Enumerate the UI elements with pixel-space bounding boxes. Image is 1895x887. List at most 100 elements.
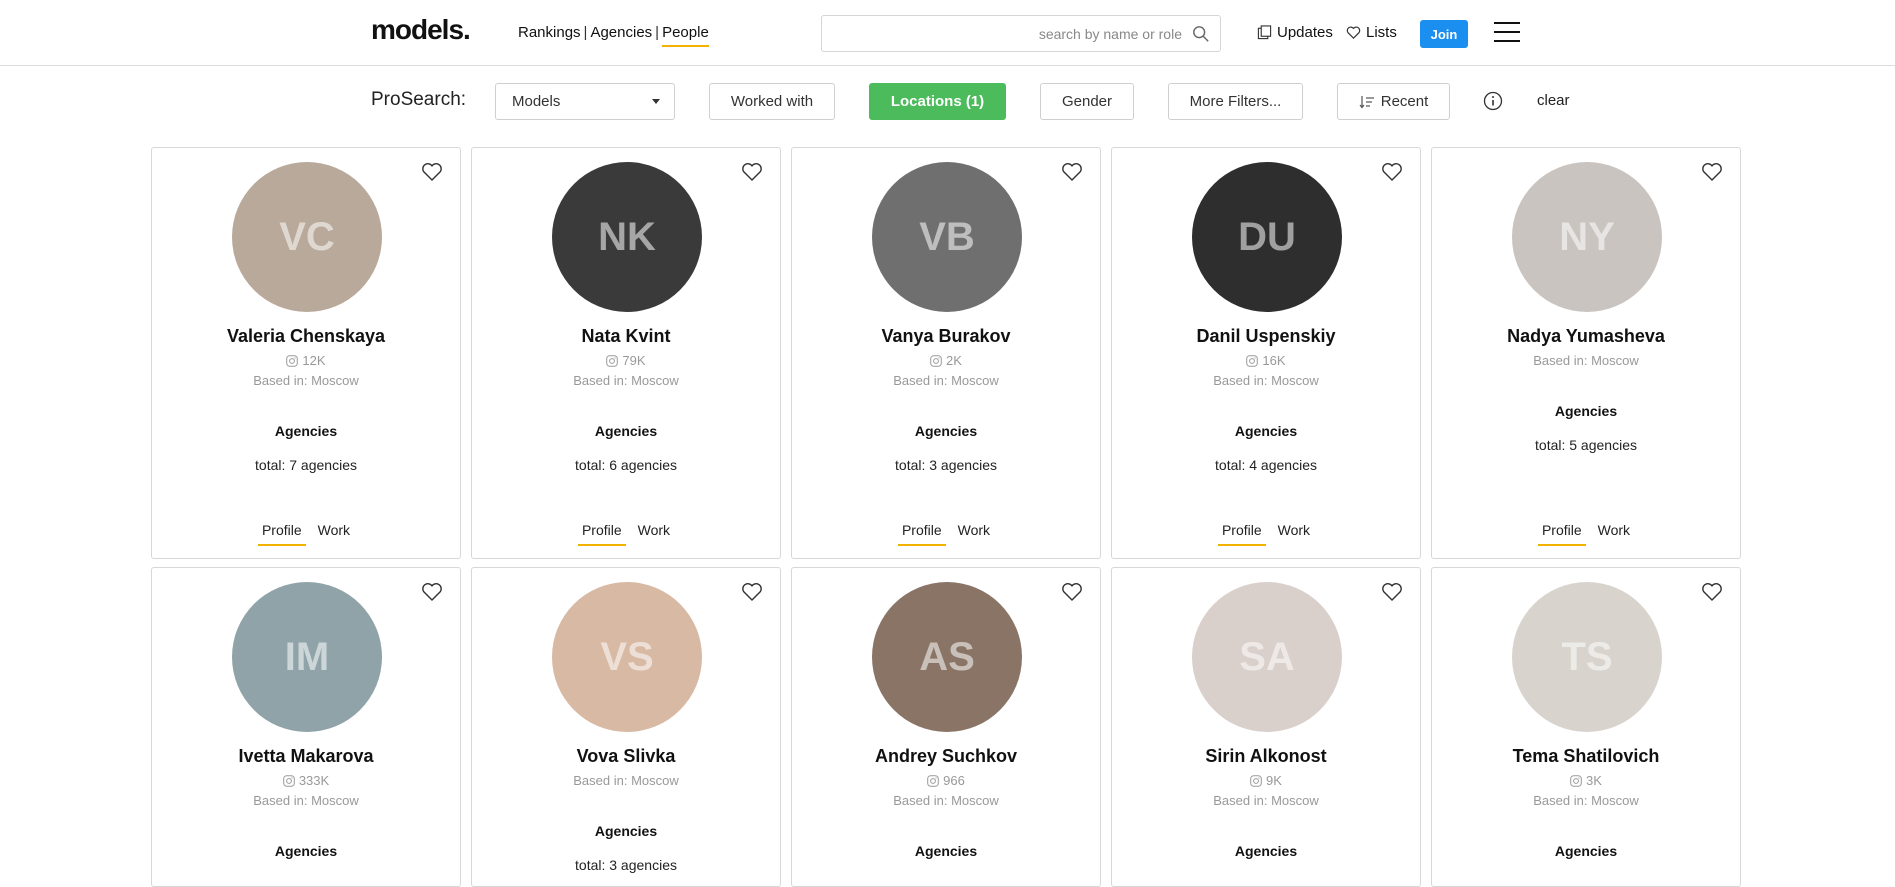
- agencies-heading: Agencies: [594, 823, 658, 839]
- avatar[interactable]: AS: [872, 582, 1022, 732]
- followers-count: 79K: [622, 353, 646, 368]
- gender-button[interactable]: Gender: [1040, 83, 1134, 120]
- heart-icon[interactable]: [741, 582, 763, 602]
- heart-icon: [1346, 26, 1361, 39]
- work-tab[interactable]: Work: [314, 522, 354, 546]
- followers-count: 12K: [302, 353, 326, 368]
- person-card[interactable]: VS Vova Slivka Based in: Moscow Agencies tot…: [471, 567, 781, 887]
- instagram-icon: [606, 354, 619, 367]
- heart-icon[interactable]: [421, 582, 443, 602]
- work-tab[interactable]: Work: [954, 522, 994, 546]
- heart-icon[interactable]: [1061, 162, 1083, 182]
- locations-button[interactable]: Locations (1): [869, 83, 1006, 120]
- heart-icon[interactable]: [1701, 162, 1723, 182]
- heart-icon[interactable]: [1381, 162, 1403, 182]
- avatar-initials: DU: [1238, 214, 1296, 259]
- person-card[interactable]: NY Nadya Yumasheva Based in: Moscow Agencie…: [1431, 147, 1741, 559]
- more-filters-button[interactable]: More Filters...: [1168, 83, 1303, 120]
- nav-separator: |: [583, 24, 588, 41]
- agencies-heading: Agencies: [1554, 403, 1618, 419]
- person-name[interactable]: Vanya Burakov: [792, 326, 1100, 347]
- person-card[interactable]: DU Danil Uspenskiy 16K Based in: Moscow Agen…: [1111, 147, 1421, 559]
- followers-count: 3K: [1586, 773, 1602, 788]
- main-nav: Rankings | Agencies | People: [518, 24, 709, 47]
- prosearch-label: ProSearch:: [371, 89, 467, 110]
- agencies-total: total: 3 agencies: [575, 857, 677, 873]
- nav-separator: |: [655, 24, 660, 41]
- type-select[interactable]: Models: [495, 83, 675, 120]
- site-logo[interactable]: models.: [371, 14, 471, 46]
- agencies-total: total: 6 agencies: [575, 457, 677, 473]
- instagram-followers: 79K: [472, 353, 780, 368]
- avatar[interactable]: VB: [872, 162, 1022, 312]
- based-location: Based in: Moscow: [1213, 793, 1319, 808]
- profile-tab[interactable]: Profile: [1217, 522, 1266, 546]
- nav-rankings[interactable]: Rankings: [518, 24, 581, 41]
- profile-tab[interactable]: Profile: [257, 522, 306, 546]
- person-card[interactable]: NK Nata Kvint 79K Based in: Moscow Agencies t…: [471, 147, 781, 559]
- nav-people[interactable]: People: [662, 24, 709, 47]
- person-name[interactable]: Tema Shatilovich: [1432, 746, 1740, 767]
- work-tab[interactable]: Work: [1594, 522, 1634, 546]
- person-name[interactable]: Andrey Suchkov: [792, 746, 1100, 767]
- based-location: Based in: Moscow: [1533, 353, 1639, 368]
- agencies-total: total: 7 agencies: [255, 457, 357, 473]
- avatar[interactable]: NY: [1512, 162, 1662, 312]
- heart-icon[interactable]: [421, 162, 443, 182]
- person-card[interactable]: VB Vanya Burakov 2K Based in: Moscow Agencie…: [791, 147, 1101, 559]
- sort-button[interactable]: Recent: [1337, 83, 1450, 120]
- person-name[interactable]: Sirin Alkonost: [1112, 746, 1420, 767]
- avatar[interactable]: DU: [1192, 162, 1342, 312]
- avatar[interactable]: SA: [1192, 582, 1342, 732]
- person-name[interactable]: Nata Kvint: [472, 326, 780, 347]
- person-card[interactable]: TS Tema Shatilovich 3K Based in: Moscow Agen…: [1431, 567, 1741, 887]
- person-name[interactable]: Vova Slivka: [472, 746, 780, 767]
- agencies-heading: Agencies: [1234, 843, 1298, 859]
- avatar[interactable]: VC: [232, 162, 382, 312]
- person-card[interactable]: IM Ivetta Makarova 333K Based in: Moscow Age…: [151, 567, 461, 887]
- info-icon[interactable]: [1483, 91, 1503, 111]
- search-input[interactable]: [832, 24, 1182, 44]
- work-tab[interactable]: Work: [634, 522, 674, 546]
- instagram-followers: 16K: [1112, 353, 1420, 368]
- lists-link[interactable]: Lists: [1346, 24, 1397, 41]
- heart-icon[interactable]: [1381, 582, 1403, 602]
- instagram-icon: [930, 354, 942, 367]
- instagram-followers: 966: [792, 773, 1100, 788]
- worked-with-button[interactable]: Worked with: [709, 83, 835, 120]
- based-location: Based in: Moscow: [1213, 373, 1319, 388]
- person-name[interactable]: Nadya Yumasheva: [1432, 326, 1740, 347]
- profile-tab[interactable]: Profile: [1537, 522, 1586, 546]
- person-card[interactable]: AS Andrey Suchkov 966 Based in: Moscow Agenc…: [791, 567, 1101, 887]
- instagram-followers: 9K: [1112, 773, 1420, 788]
- person-card[interactable]: VC Valeria Chenskaya 12K Based in: Moscow Ag…: [151, 147, 461, 559]
- hamburger-menu-icon[interactable]: [1494, 22, 1520, 44]
- profile-tab[interactable]: Profile: [897, 522, 946, 546]
- avatar-initials: SA: [1239, 634, 1295, 679]
- profile-tab[interactable]: Profile: [577, 522, 626, 546]
- person-name[interactable]: Valeria Chenskaya: [152, 326, 460, 347]
- based-location: Based in: Moscow: [893, 793, 999, 808]
- person-name[interactable]: Ivetta Makarova: [152, 746, 460, 767]
- instagram-icon: [1246, 354, 1259, 367]
- nav-agencies[interactable]: Agencies: [590, 24, 652, 41]
- search-icon[interactable]: [1192, 25, 1210, 43]
- avatar[interactable]: VS: [552, 582, 702, 732]
- chevron-down-icon: [652, 99, 660, 104]
- clear-filters-link[interactable]: clear: [1537, 92, 1570, 109]
- heart-icon[interactable]: [1061, 582, 1083, 602]
- heart-icon[interactable]: [741, 162, 763, 182]
- work-tab[interactable]: Work: [1274, 522, 1314, 546]
- avatar[interactable]: TS: [1512, 582, 1662, 732]
- avatar-initials: NK: [598, 214, 656, 259]
- person-name[interactable]: Danil Uspenskiy: [1112, 326, 1420, 347]
- avatar[interactable]: NK: [552, 162, 702, 312]
- updates-link[interactable]: Updates: [1257, 24, 1333, 41]
- heart-icon[interactable]: [1701, 582, 1723, 602]
- person-card[interactable]: SA Sirin Alkonost 9K Based in: Moscow Agenci…: [1111, 567, 1421, 887]
- instagram-followers: 3K: [1432, 773, 1740, 788]
- join-button[interactable]: Join: [1420, 20, 1468, 48]
- avatar[interactable]: IM: [232, 582, 382, 732]
- search-box: [821, 15, 1221, 52]
- based-location: Based in: Moscow: [253, 373, 359, 388]
